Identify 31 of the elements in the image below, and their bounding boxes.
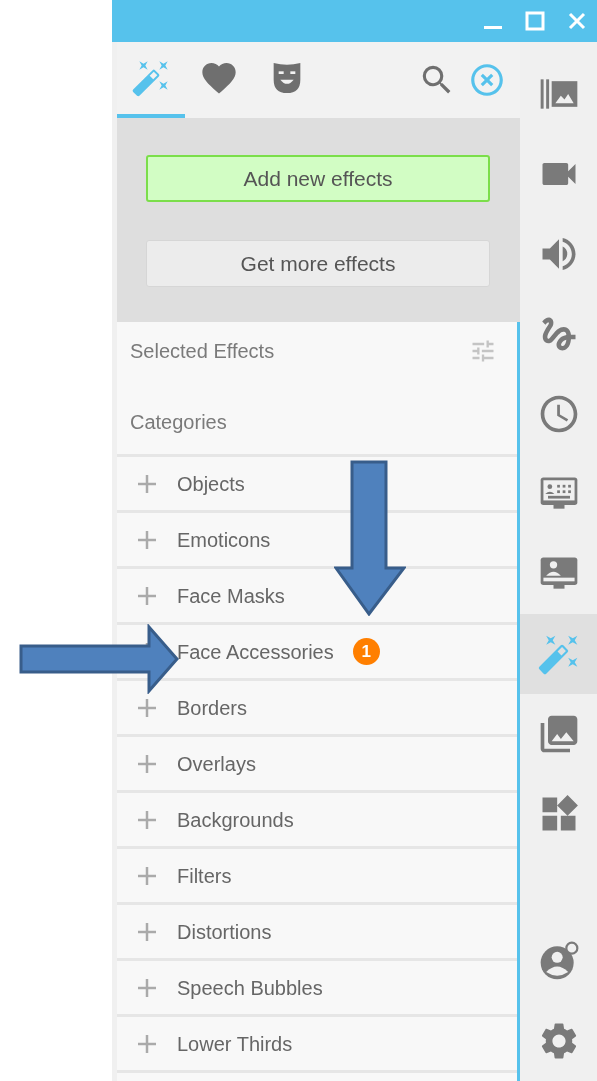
category-item[interactable]: Speech Bubbles [177, 972, 323, 1003]
maximize-icon[interactable] [525, 11, 545, 31]
category-item[interactable]: Overlays [177, 748, 256, 779]
category-item[interactable]: Objects [177, 468, 245, 499]
category-item[interactable]: Borders [177, 692, 248, 723]
category-item[interactable]: Filters [177, 860, 232, 891]
category-item[interactable]: Distortions [177, 916, 272, 947]
section-title: Categories [130, 410, 227, 435]
plus-icon[interactable] [137, 753, 157, 774]
plus-icon[interactable] [137, 529, 157, 550]
category-item[interactable]: Lower Thirds [177, 1028, 293, 1059]
plus-icon[interactable] [137, 921, 157, 942]
plus-icon[interactable] [137, 697, 157, 718]
action-button[interactable]: Get more effects [146, 240, 490, 287]
plus-icon[interactable] [137, 977, 157, 998]
plus-icon[interactable] [137, 1033, 157, 1054]
close-icon[interactable] [567, 11, 587, 31]
plus-icon[interactable] [137, 473, 157, 494]
sidebar-button[interactable] [520, 614, 597, 694]
plus-icon[interactable] [137, 809, 157, 830]
plus-icon[interactable] [137, 585, 157, 606]
category-item[interactable]: Backgrounds [177, 804, 294, 835]
clear-icon [468, 61, 506, 99]
magic-wand-icon [131, 58, 171, 98]
section-title: Selected Effects [130, 339, 275, 364]
category-item[interactable]: Emoticons [177, 524, 271, 555]
count-badge: 1 [352, 638, 380, 665]
category-item[interactable]: Face Accessories [177, 636, 334, 667]
action-button[interactable]: Add new effects [146, 155, 490, 202]
category-item[interactable]: Face Masks [177, 580, 285, 611]
plus-icon[interactable] [137, 865, 157, 886]
